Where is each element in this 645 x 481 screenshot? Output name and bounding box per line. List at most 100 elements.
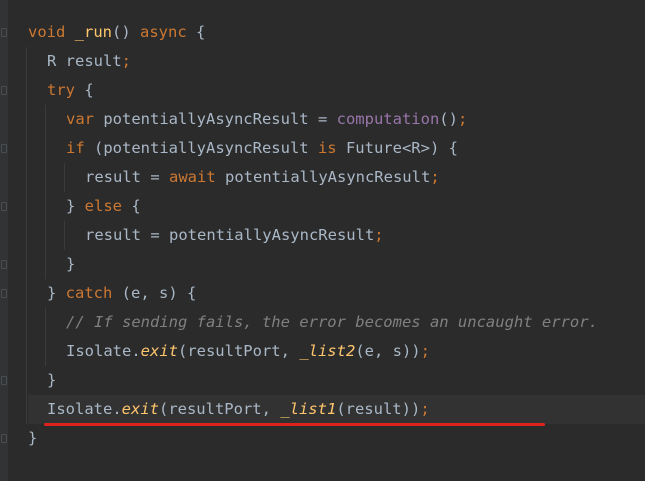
code-token: } bbox=[47, 371, 57, 389]
indent-guide bbox=[26, 337, 27, 366]
code-line[interactable]: } bbox=[28, 424, 645, 453]
indent-guide bbox=[26, 192, 27, 221]
code-token: exit bbox=[121, 400, 159, 418]
code-token: ; bbox=[457, 110, 468, 128]
indent-guide bbox=[26, 308, 27, 337]
code-token: exit bbox=[140, 342, 178, 360]
code-line[interactable]: } bbox=[26, 366, 645, 395]
code-line[interactable]: Isolate.exit(resultPort, _list2(e, s)); bbox=[26, 337, 645, 366]
code-line[interactable]: R result; bbox=[26, 47, 645, 76]
code-token: try bbox=[47, 81, 75, 99]
code-line-content: } catch (e, s) { bbox=[47, 279, 196, 308]
code-line[interactable]: // If sending fails, the error becomes a… bbox=[26, 308, 645, 337]
code-line-content: } else { bbox=[66, 192, 141, 221]
indent-guide bbox=[45, 308, 46, 337]
code-token: { bbox=[186, 23, 206, 41]
code-token: } bbox=[66, 197, 85, 215]
code-token: if bbox=[66, 139, 85, 157]
code-token: await bbox=[169, 168, 216, 186]
fold-marker-icon[interactable] bbox=[1, 260, 7, 269]
code-line-content: result = await potentiallyAsyncResult; bbox=[85, 163, 440, 192]
code-token: Isolate. bbox=[66, 342, 141, 360]
indent-guide bbox=[26, 366, 27, 395]
code-token: { bbox=[122, 197, 141, 215]
fold-marker-icon[interactable] bbox=[1, 86, 7, 95]
code-token: { bbox=[75, 81, 94, 99]
code-token: catch bbox=[65, 284, 113, 302]
code-token: } bbox=[28, 429, 38, 447]
fold-marker-icon[interactable] bbox=[1, 434, 7, 443]
code-token: } bbox=[47, 284, 66, 302]
code-line-content: } bbox=[47, 366, 56, 395]
indent-guide bbox=[45, 192, 46, 221]
indent-guide bbox=[26, 76, 27, 105]
editor-gutter bbox=[0, 0, 8, 481]
code-line-content: Isolate.exit(resultPort, _list2(e, s)); bbox=[66, 337, 430, 366]
code-token: _list1 bbox=[280, 400, 337, 418]
code-line-content: try { bbox=[47, 76, 94, 105]
code-token: Isolate. bbox=[47, 400, 122, 418]
code-line[interactable]: } bbox=[26, 250, 645, 279]
code-token: } bbox=[66, 255, 76, 273]
code-line[interactable]: } else { bbox=[26, 192, 645, 221]
indent-guide bbox=[26, 134, 27, 163]
code-line[interactable]: Isolate.exit(resultPort, _list1(result))… bbox=[26, 395, 645, 424]
code-line[interactable]: if (potentiallyAsyncResult is Future<R>)… bbox=[26, 134, 645, 163]
code-token: potentiallyAsyncResult = bbox=[94, 110, 337, 128]
code-token: // If sending fails, the error becomes a… bbox=[66, 313, 598, 331]
code-token: Future<R>) { bbox=[336, 139, 458, 157]
code-line[interactable]: result = potentiallyAsyncResult; bbox=[26, 221, 645, 250]
code-token: (resultPort, bbox=[158, 400, 281, 418]
code-token: else bbox=[84, 197, 122, 215]
indent-guide bbox=[26, 47, 27, 76]
code-token: void bbox=[28, 23, 66, 41]
indent-guide bbox=[45, 337, 46, 366]
code-token: result = bbox=[85, 168, 169, 186]
fold-marker-icon[interactable] bbox=[1, 289, 7, 298]
code-token: computation bbox=[336, 110, 440, 128]
fold-marker-icon[interactable] bbox=[1, 144, 7, 153]
code-token: (result)) bbox=[336, 400, 421, 418]
code-token: _list2 bbox=[299, 342, 356, 360]
code-token: ; bbox=[420, 400, 430, 418]
indent-guide bbox=[45, 105, 46, 134]
code-line[interactable]: try { bbox=[26, 76, 645, 105]
fold-marker-icon[interactable] bbox=[1, 28, 7, 37]
indent-guide bbox=[64, 163, 65, 192]
code-token: () bbox=[439, 110, 458, 128]
code-token: ; bbox=[420, 342, 430, 360]
code-token: (e, s)) bbox=[355, 342, 421, 360]
code-line-content: Isolate.exit(resultPort, _list1(result))… bbox=[47, 395, 430, 424]
code-token: R result bbox=[47, 52, 122, 70]
code-token: potentiallyAsyncResult bbox=[215, 168, 431, 186]
code-token: async bbox=[140, 23, 187, 41]
code-token: is bbox=[317, 139, 337, 157]
code-line-content: void _run() async { bbox=[28, 18, 205, 47]
code-line-content: } bbox=[66, 250, 75, 279]
indent-guide bbox=[26, 395, 27, 424]
code-line[interactable]: } catch (e, s) { bbox=[26, 279, 645, 308]
code-line[interactable]: result = await potentiallyAsyncResult; bbox=[26, 163, 645, 192]
code-token: () bbox=[112, 23, 140, 41]
indent-guide bbox=[26, 163, 27, 192]
indent-guide bbox=[45, 221, 46, 250]
code-editor[interactable]: void _run() async {R result; try {var pot… bbox=[0, 0, 645, 481]
code-token: (e, s) { bbox=[112, 284, 197, 302]
fold-marker-icon[interactable] bbox=[1, 376, 7, 385]
code-token: var bbox=[66, 110, 94, 128]
indent-guide bbox=[45, 134, 46, 163]
code-line-content: result = potentiallyAsyncResult; bbox=[85, 221, 384, 250]
indent-guide bbox=[45, 250, 46, 279]
code-token: ; bbox=[121, 52, 131, 70]
code-line[interactable]: void _run() async { bbox=[28, 18, 645, 47]
code-area[interactable]: void _run() async {R result; try {var pot… bbox=[26, 18, 645, 453]
fold-marker-icon[interactable] bbox=[1, 202, 7, 211]
code-line-content: if (potentiallyAsyncResult is Future<R>)… bbox=[66, 134, 458, 163]
indent-guide bbox=[64, 221, 65, 250]
code-line-content: R result; bbox=[47, 47, 131, 76]
indent-guide bbox=[26, 221, 27, 250]
indent-guide bbox=[26, 279, 27, 308]
indent-guide bbox=[26, 105, 27, 134]
code-line[interactable]: var potentiallyAsyncResult = computation… bbox=[26, 105, 645, 134]
code-token: result = potentiallyAsyncResult bbox=[85, 226, 375, 244]
